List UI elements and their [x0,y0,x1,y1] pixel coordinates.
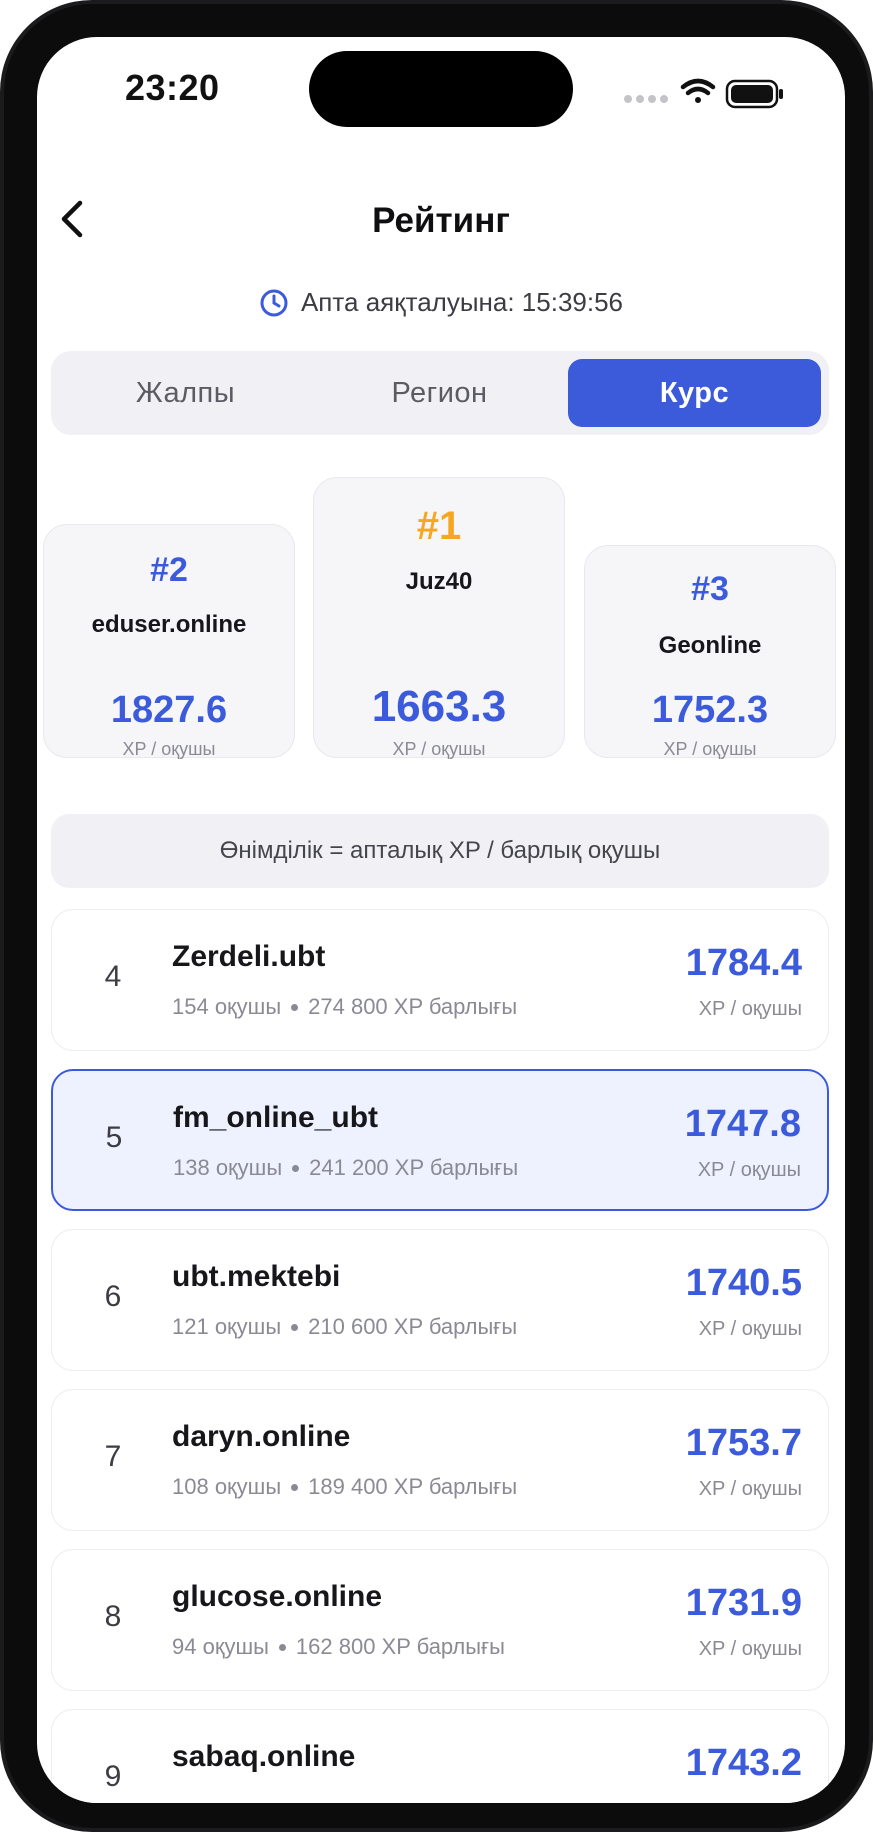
podium-value: 1827.6 [110,689,228,731]
dynamic-island [309,51,573,127]
podium-rank: #1 [416,504,462,548]
separator-dot [291,1483,299,1491]
tab-general[interactable]: Жалпы [59,359,312,427]
countdown-label: Апта аяқталуына: 15:39:56 [300,287,624,317]
row-meta: 154 оқушы 274 800 XP барлығы [172,994,517,1020]
row-name: fm_online_ubt [173,1101,379,1134]
podium-card-second[interactable]: #2 eduser.online 1827.6 XP / оқушы [43,524,295,759]
separator-dot [291,1003,299,1011]
podium-card-first[interactable]: #1 Juz40 1663.3 XP / оқушы [313,477,565,759]
row-meta: 138 оқушы 241 200 XP барлығы [173,1155,518,1181]
row-students: 154 оқушы [172,994,282,1019]
phone-bezel: 23:20 Рейтинг Апта аяқталуына: 15:39:56 … [4,4,869,1828]
podium-name: Juz40 [405,568,473,595]
row-total-xp: 241 200 XP барлығы [309,1155,519,1180]
podium-unit: XP / оқушы [392,739,486,759]
podium-name: eduser.online [91,611,247,638]
week-countdown: Апта аяқталуына: 15:39:56 [37,287,845,318]
row-name: glucose.online [172,1580,383,1613]
status-time: 23:20 [125,67,220,108]
row-rank: 6 [104,1280,122,1313]
row-value: 1784.4 [685,942,802,984]
wifi-icon [680,78,716,103]
podium-unit: XP / оқушы [663,739,757,759]
row-name: sabaq.online [172,1740,356,1773]
rating-tabs: Жалпы Регион Курс [51,351,829,435]
tab-course[interactable]: Курс [568,359,821,427]
podium-unit: XP / оқушы [122,739,216,759]
podium-rank: #2 [150,551,188,589]
row-name: daryn.online [172,1420,351,1453]
row-meta: 108 оқушы 189 400 XP барлығы [172,1474,517,1500]
podium-card-third[interactable]: #3 Geonline 1752.3 XP / оқушы [584,545,836,759]
separator-dot [291,1323,299,1331]
podium-rank: #3 [691,570,729,608]
ranking-row[interactable]: 7 daryn.online 108 оқушы 189 400 XP барл… [51,1389,829,1531]
row-rank: 8 [104,1600,122,1633]
ranking-row-current[interactable]: 5 fm_online_ubt 138 оқушы 241 200 XP бар… [51,1069,829,1211]
tab-region[interactable]: Регион [313,359,566,427]
podium-value: 1663.3 [371,682,507,731]
row-rank: 7 [104,1440,122,1473]
row-name: ubt.mektebi [172,1260,341,1293]
separator-dot [292,1164,300,1172]
row-students: 121 оқушы [172,1314,282,1339]
row-total-xp: 162 800 XP барлығы [295,1634,505,1659]
row-value: 1740.5 [685,1262,802,1304]
podium-name: Geonline [658,632,762,659]
row-students: 108 оқушы [172,1474,282,1499]
row-unit: XP / оқушы [698,998,802,1020]
row-total-xp: 210 600 XP барлығы [308,1314,518,1339]
page-title: Рейтинг [372,201,510,240]
row-unit: XP / оқушы [698,1638,802,1660]
podium-value: 1752.3 [651,689,769,731]
clock-icon [260,289,288,316]
row-meta: 121 оқушы 210 600 XP барлығы [172,1314,517,1340]
row-value: 1731.9 [685,1582,802,1624]
ranking-row[interactable]: 6 ubt.mektebi 121 оқушы 210 600 XP барлы… [51,1229,829,1371]
row-name: Zerdeli.ubt [172,940,326,973]
row-meta: 94 оқушы 162 800 XP барлығы [172,1634,505,1660]
status-icons [623,77,793,117]
nav-header: Рейтинг [37,187,845,257]
row-students: 94 оқушы [172,1634,269,1659]
row-rank: 5 [105,1121,123,1154]
app-screen: 23:20 Рейтинг Апта аяқталуына: 15:39:56 … [37,37,845,1803]
ranking-row[interactable]: 4 Zerdeli.ubt 154 оқушы 274 800 XP барлы… [51,909,829,1051]
row-unit: XP / оқушы [697,1159,801,1181]
row-rank: 4 [104,960,122,993]
row-value: 1743.2 [685,1742,802,1784]
phone-frame: 23:20 Рейтинг Апта аяқталуына: 15:39:56 … [0,0,873,1832]
row-rank: 9 [104,1760,122,1793]
row-value: 1747.8 [684,1103,801,1145]
row-total-xp: 274 800 XP барлығы [308,994,518,1019]
row-unit: XP / оқушы [698,1478,802,1500]
row-total-xp: 189 400 XP барлығы [308,1474,518,1499]
battery-icon [725,79,783,109]
row-value: 1753.7 [685,1422,802,1464]
ranking-row[interactable]: 8 glucose.online 94 оқушы 162 800 XP бар… [51,1549,829,1691]
row-students: 138 оқушы [173,1155,283,1180]
cellular-signal-icon [624,95,668,103]
performance-formula: Өнімділік = апталық XP / барлық оқушы [51,814,829,888]
separator-dot [278,1643,286,1651]
row-unit: XP / оқушы [698,1318,802,1340]
ranking-row[interactable]: 9 sabaq.online 1743.2 [51,1709,829,1803]
